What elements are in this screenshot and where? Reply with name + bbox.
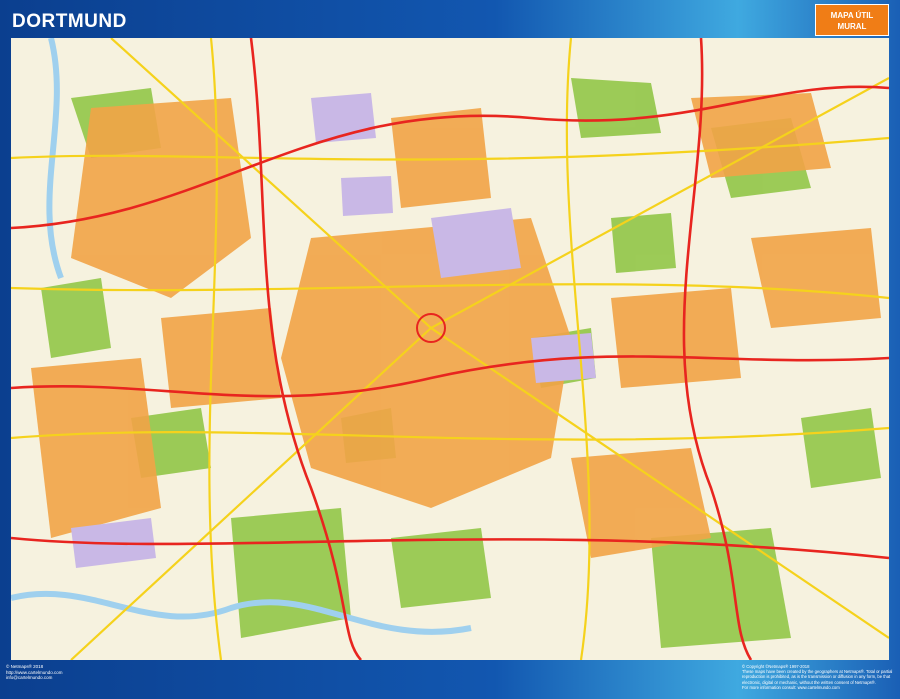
footer-copyright: © Copyright ©Netmaps® 1997-2018 These ma… [742, 664, 892, 690]
footer-right-line: For more information consult: www.cartel… [742, 684, 840, 690]
badge-line-2: MURAL [837, 22, 867, 31]
street-map [11, 38, 889, 660]
footer-right-line: reproduction is prohibited, as is the tr… [742, 674, 891, 680]
map-title: DORTMUND [12, 11, 127, 32]
map-canvas[interactable] [11, 38, 889, 660]
badge-line-1: MAPA ÚTIL [830, 11, 874, 20]
footer-left-line[interactable]: info@cartelmundo.com [6, 675, 63, 681]
footer-credits: © Netmaps® 2018 http://www.cartelmundo.c… [6, 664, 63, 681]
brand-badge: MAPA ÚTIL MURAL [815, 4, 889, 36]
